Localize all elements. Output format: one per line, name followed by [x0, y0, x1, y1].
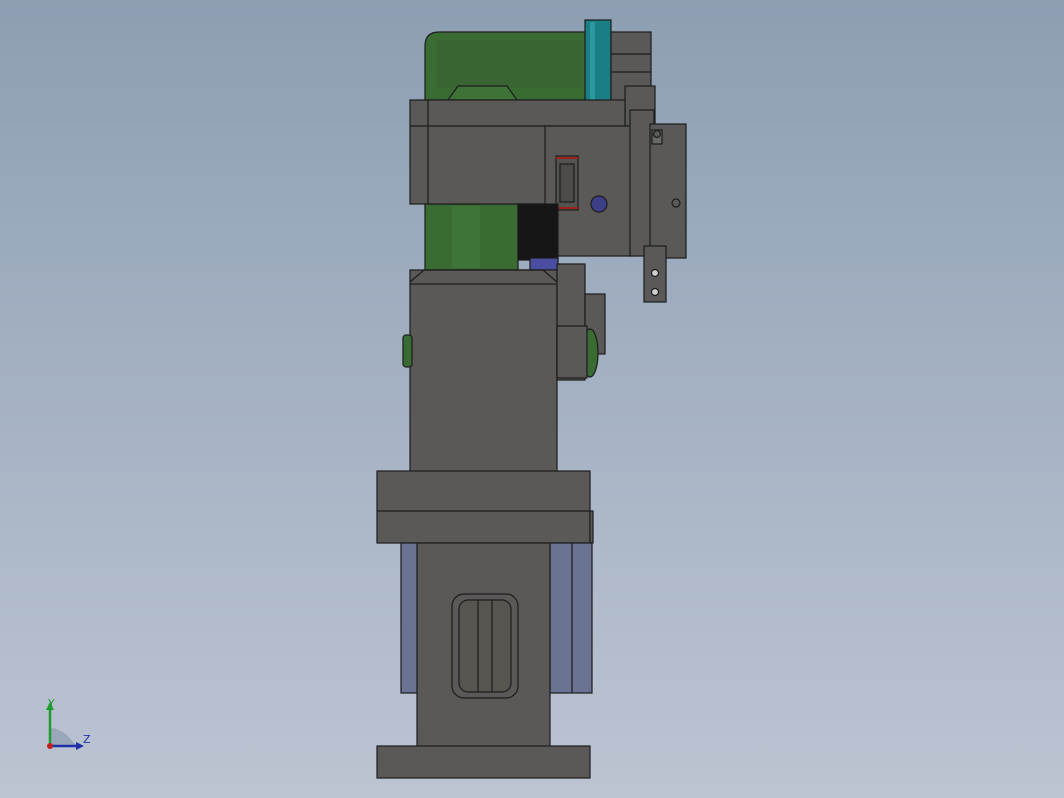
tab-hole-lower [650, 287, 660, 297]
base-top-plate[interactable] [376, 470, 591, 544]
upper-arm-green-link-inner [437, 40, 583, 88]
mid-column[interactable] [409, 269, 558, 473]
base-top-plate-right-lip [589, 510, 594, 544]
dark-joint-block[interactable] [517, 203, 559, 261]
robot-arm-model[interactable] [0, 0, 1064, 798]
end-effector-screw [652, 129, 662, 139]
teal-pulley[interactable] [584, 19, 612, 103]
purple-pin [529, 257, 559, 271]
wrist-bolt[interactable] [590, 195, 608, 213]
upper-arm-green-hump [446, 85, 519, 101]
triad-quadrant [50, 728, 76, 746]
lower-green-link-shade [452, 206, 480, 268]
z-axis-label: Z [83, 733, 91, 746]
base-window-inner [458, 599, 512, 693]
base-foot[interactable] [376, 745, 591, 779]
base-rail-left[interactable] [400, 542, 420, 694]
graphics-viewport[interactable]: Y Z [0, 0, 1064, 798]
teal-pulley-highlight [590, 22, 595, 100]
y-axis-label: Y [48, 697, 55, 710]
tab-hole-upper [650, 268, 660, 278]
end-effector-hole [671, 198, 681, 208]
triad-graphic [46, 702, 84, 750]
wrist-slot-inner [559, 163, 575, 203]
triad-origin-icon [47, 743, 53, 749]
left-green-knob[interactable] [402, 334, 413, 368]
shoulder-ring-cover [556, 325, 588, 379]
base-rail-right[interactable] [549, 542, 593, 694]
orientation-triad: Y Z [36, 696, 106, 756]
